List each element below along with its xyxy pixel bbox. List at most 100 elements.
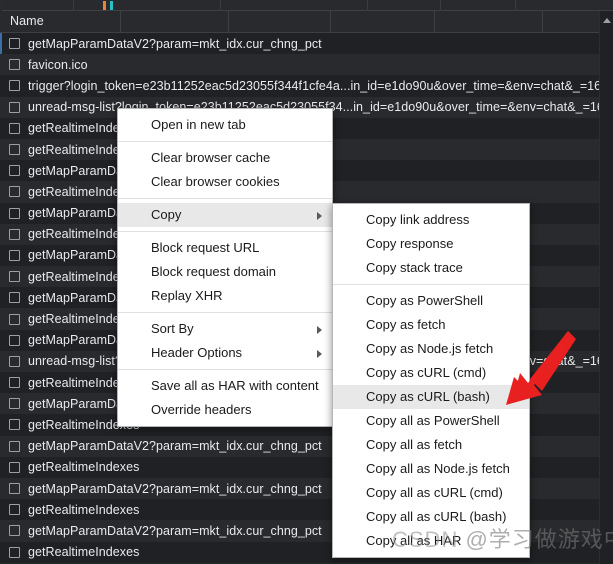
context-menu-item[interactable]: Replay XHR <box>118 284 332 308</box>
column-divider[interactable] <box>330 11 331 33</box>
overview-tick <box>73 0 74 11</box>
copy-submenu-item[interactable]: Copy as PowerShell <box>333 289 529 313</box>
request-name: getRealtimeIndexes <box>28 502 140 517</box>
request-name: trigger?login_token=e23b11252eac5d23055f… <box>28 78 603 93</box>
request-checkbox[interactable] <box>9 59 20 71</box>
request-checkbox[interactable] <box>9 271 20 283</box>
request-name: getMapParamDataV2?param=mkt_idx.cur_chng… <box>28 481 322 496</box>
menu-separator <box>333 284 529 285</box>
request-checkbox[interactable] <box>9 165 20 177</box>
menu-separator <box>118 141 332 142</box>
request-checkbox[interactable] <box>9 355 20 367</box>
request-checkbox[interactable] <box>9 228 20 240</box>
column-header-name[interactable]: Name <box>10 14 44 28</box>
menu-separator <box>118 231 332 232</box>
context-menu-item[interactable]: Header Options <box>118 341 332 365</box>
chevron-right-icon <box>317 326 322 334</box>
copy-submenu-item[interactable]: Copy as fetch <box>333 313 529 337</box>
chevron-right-icon <box>317 212 322 220</box>
scroll-up-arrow-icon[interactable] <box>603 18 611 23</box>
request-checkbox[interactable] <box>9 334 20 346</box>
request-checkbox[interactable] <box>9 249 20 261</box>
context-menu-item[interactable]: Open in new tab <box>118 113 332 137</box>
menu-item-label: Copy <box>151 207 182 222</box>
copy-submenu-item[interactable]: Copy as cURL (bash) <box>333 385 529 409</box>
copy-submenu-item[interactable]: Copy all as HAR <box>333 529 529 553</box>
copy-submenu-item[interactable]: Copy all as Node.js fetch <box>333 457 529 481</box>
request-name: getMapParamDataV2?param=mkt_idx.cur_chng… <box>28 36 322 51</box>
menu-item-label: Block request URL <box>151 240 260 255</box>
request-checkbox[interactable] <box>9 38 20 50</box>
copy-submenu-item[interactable]: Copy as Node.js fetch <box>333 337 529 361</box>
request-checkbox[interactable] <box>9 398 20 410</box>
context-menu-item[interactable]: Clear browser cache <box>118 146 332 170</box>
menu-item-label: Copy as Node.js fetch <box>366 341 494 356</box>
overview-tick <box>367 0 368 11</box>
context-menu-item[interactable]: Save all as HAR with content <box>118 374 332 398</box>
request-name: getRealtimeIndexes <box>28 460 140 475</box>
overview-left-accent <box>0 0 2 11</box>
request-checkbox[interactable] <box>9 186 20 198</box>
chevron-right-icon <box>317 350 322 358</box>
request-name: getMapParamDataV2?param=mkt_idx.cur_chng… <box>28 523 322 538</box>
request-checkbox[interactable] <box>9 207 20 219</box>
menu-item-label: Clear browser cache <box>151 150 271 165</box>
column-divider[interactable] <box>228 11 229 33</box>
overview-tick <box>440 0 441 11</box>
request-row[interactable]: getMapParamDataV2?param=mkt_idx.cur_chng… <box>0 33 613 55</box>
column-divider[interactable] <box>434 11 435 33</box>
request-checkbox[interactable] <box>9 80 20 92</box>
request-checkbox[interactable] <box>9 419 20 431</box>
menu-item-label: Copy stack trace <box>366 260 463 275</box>
request-checkbox[interactable] <box>9 525 20 537</box>
copy-submenu-item[interactable]: Copy all as cURL (cmd) <box>333 481 529 505</box>
request-checkbox[interactable] <box>9 377 20 389</box>
context-menu-item[interactable]: Sort By <box>118 317 332 341</box>
request-checkbox[interactable] <box>9 122 20 134</box>
request-checkbox[interactable] <box>9 483 20 495</box>
request-checkbox[interactable] <box>9 440 20 452</box>
network-overview-strip[interactable] <box>0 0 613 11</box>
menu-item-label: Copy as fetch <box>366 317 446 332</box>
request-checkbox[interactable] <box>9 461 20 473</box>
request-checkbox[interactable] <box>9 546 20 558</box>
menu-separator <box>118 198 332 199</box>
context-menu-item[interactable]: Block request domain <box>118 260 332 284</box>
request-checkbox[interactable] <box>9 292 20 304</box>
column-divider[interactable] <box>120 11 121 33</box>
copy-submenu-item[interactable]: Copy stack trace <box>333 256 529 280</box>
vertical-scrollbar[interactable] <box>599 11 613 564</box>
context-menu[interactable]: Open in new tab Clear browser cache Clear … <box>117 108 333 427</box>
copy-submenu-item[interactable]: Copy all as fetch <box>333 433 529 457</box>
devtools-network-panel: Name getMapParamDataV2?param=mkt_idx.cur… <box>0 0 613 564</box>
request-checkbox[interactable] <box>9 313 20 325</box>
menu-item-label: Copy all as HAR <box>366 533 462 548</box>
context-menu-item[interactable]: Block request URL <box>118 236 332 260</box>
request-checkbox[interactable] <box>9 101 20 113</box>
copy-submenu-item[interactable]: Copy all as cURL (bash) <box>333 505 529 529</box>
request-checkbox[interactable] <box>9 504 20 516</box>
context-menu-item[interactable]: Copy <box>118 203 332 227</box>
request-row[interactable]: trigger?login_token=e23b11252eac5d23055f… <box>0 75 613 97</box>
menu-item-label: Copy all as cURL (cmd) <box>366 485 503 500</box>
column-divider[interactable] <box>542 11 543 33</box>
copy-submenu-item[interactable]: Copy as cURL (cmd) <box>333 361 529 385</box>
copy-submenu-item[interactable]: Copy link address <box>333 208 529 232</box>
overview-tick <box>220 0 221 11</box>
context-menu-item[interactable]: Override headers <box>118 398 332 422</box>
copy-submenu-item[interactable]: Copy response <box>333 232 529 256</box>
menu-item-label: Open in new tab <box>151 117 246 132</box>
menu-item-label: Clear browser cookies <box>151 174 280 189</box>
copy-submenu[interactable]: Copy link address Copy response Copy stack… <box>332 203 530 558</box>
context-menu-item[interactable]: Clear browser cookies <box>118 170 332 194</box>
menu-item-label: Copy response <box>366 236 454 251</box>
menu-item-label: Copy all as fetch <box>366 437 463 452</box>
menu-item-label: Block request domain <box>151 264 277 279</box>
request-name: favicon.ico <box>28 57 88 72</box>
request-row[interactable]: favicon.ico <box>0 54 613 76</box>
request-checkbox[interactable] <box>9 144 20 156</box>
overview-tick <box>515 0 516 11</box>
overview-request-bar <box>103 1 106 10</box>
copy-submenu-item[interactable]: Copy all as PowerShell <box>333 409 529 433</box>
menu-item-label: Copy as cURL (cmd) <box>366 365 487 380</box>
